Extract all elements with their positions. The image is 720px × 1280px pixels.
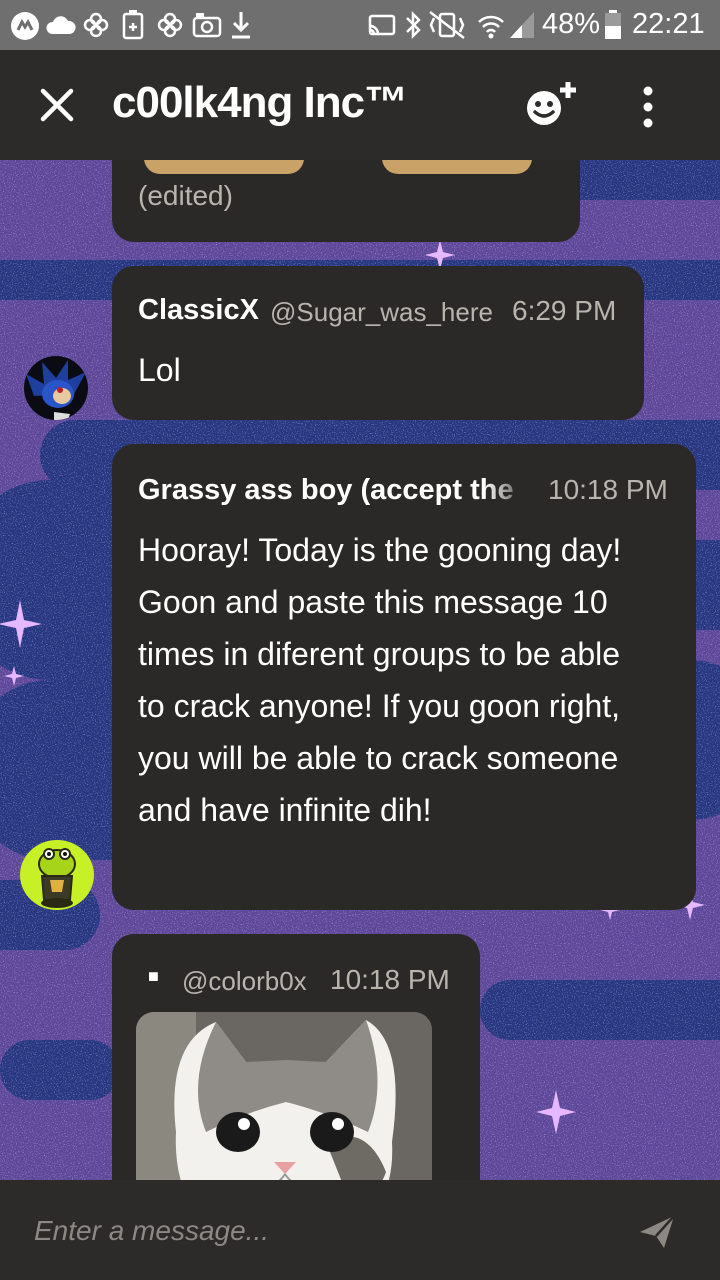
camera-icon (192, 13, 222, 38)
author-marker: ■ (148, 966, 159, 986)
cloud-icon (46, 16, 76, 34)
messenger-icon (11, 12, 39, 40)
attachment-thumbnail (144, 160, 304, 174)
timestamp: 10:18 PM (330, 964, 450, 995)
message-text: Hooray! Today is the gooning day! Goon a… (138, 532, 622, 828)
timestamp: 10:18 PM (548, 474, 668, 505)
author-handle[interactable]: @colorb0x (182, 966, 307, 997)
pinwheel-icon (157, 12, 183, 38)
attachment-thumbnail (382, 160, 532, 174)
message-bubble[interactable]: ClassicX @Sugar_was_here 6:29 PM Lol (112, 266, 644, 420)
author-name[interactable]: ClassicX (138, 294, 259, 327)
composer-bar (0, 1180, 720, 1280)
cast-icon (368, 14, 396, 36)
download-icon (232, 12, 250, 39)
signal-icon (510, 12, 534, 38)
send-icon[interactable] (638, 1212, 676, 1250)
message-text: Lol (138, 352, 181, 388)
timestamp: 6:29 PM (512, 295, 617, 326)
status-bar: 48% 22:21 (0, 0, 720, 50)
message-bubble[interactable]: ■ @colorb0x 10:18 PM (112, 934, 480, 1180)
add-member-icon[interactable] (524, 80, 580, 130)
more-vert-icon[interactable] (630, 84, 666, 130)
close-icon[interactable] (36, 84, 78, 126)
message-bubble[interactable]: (edited) (112, 160, 580, 242)
pinwheel-icon (83, 12, 109, 38)
battery-icon (605, 10, 621, 39)
author-name[interactable]: Grassy ass boy (accept the (138, 474, 532, 507)
app-bar: c00lk4ng Inc™ (0, 50, 720, 160)
avatar[interactable] (24, 356, 88, 420)
vibrate-icon (429, 11, 465, 39)
battery-percent: 48% (542, 8, 601, 40)
message-bubble[interactable]: Grassy ass boy (accept the 10:18 PM Hoor… (112, 444, 696, 910)
edited-label: (edited) (138, 180, 233, 211)
clock: 22:21 (632, 8, 705, 40)
cat-image[interactable] (136, 1012, 432, 1180)
message-input[interactable] (32, 1206, 616, 1256)
frog-avatar (38, 848, 76, 908)
wifi-icon (478, 15, 504, 39)
bluetooth-icon (406, 10, 421, 40)
avatar[interactable] (20, 840, 94, 910)
battery-saver-icon (122, 10, 144, 40)
author-handle[interactable]: @Sugar_was_here (270, 297, 493, 328)
message-list[interactable]: (edited) ClassicX @Sugar_was_here 6:29 P… (0, 160, 720, 1180)
sonic-avatar (26, 360, 86, 420)
chat-title[interactable]: c00lk4ng Inc™ (112, 78, 408, 128)
